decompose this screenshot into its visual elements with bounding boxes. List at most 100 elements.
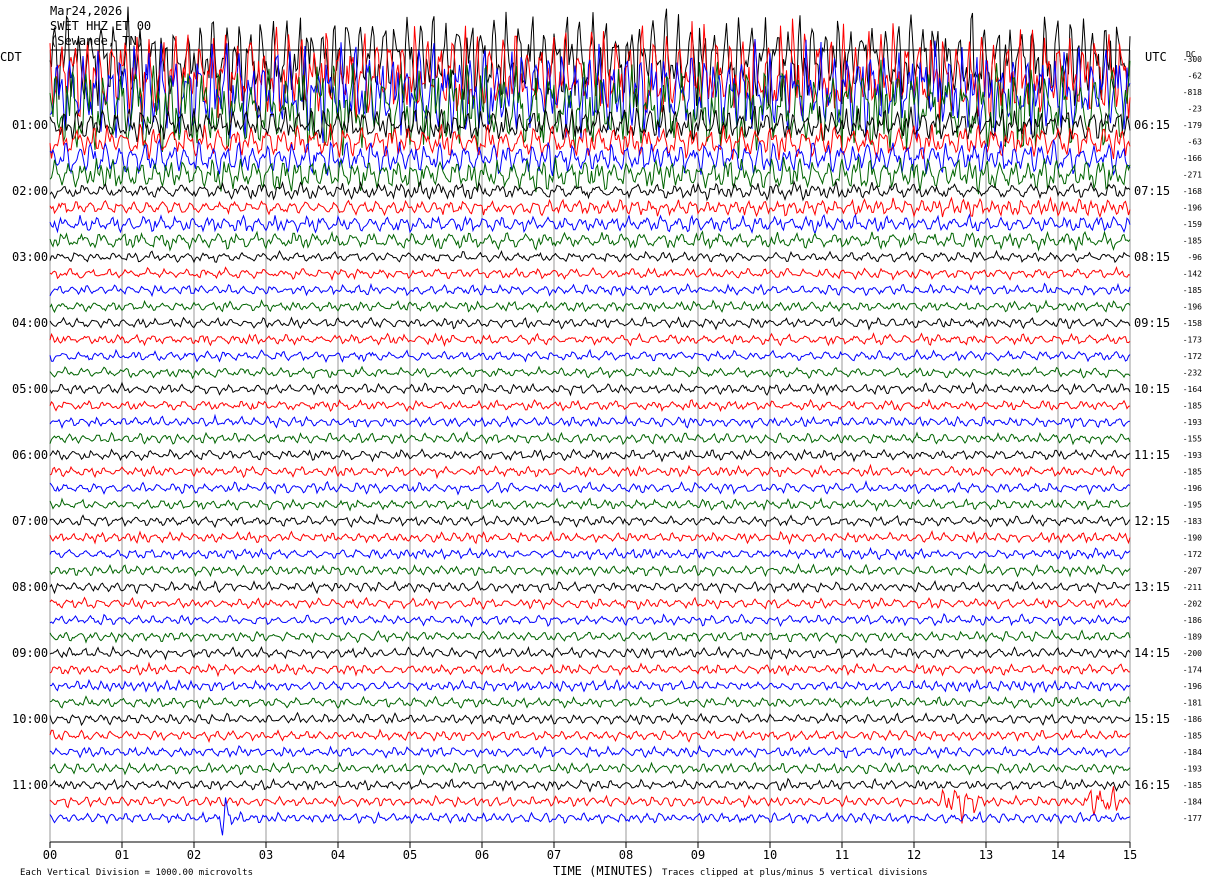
cdt-hour-label: 02:00 xyxy=(12,184,48,198)
dc-offset-label: -96 xyxy=(1188,253,1203,262)
dc-offset-label: -196 xyxy=(1183,484,1202,493)
trace-line xyxy=(49,316,1131,331)
utc-hour-label: 08:15 xyxy=(1134,250,1170,264)
cdt-hour-label: 04:00 xyxy=(12,316,48,330)
cdt-hour-label: 03:00 xyxy=(12,250,48,264)
x-tick-label: 14 xyxy=(1051,848,1065,862)
x-tick-label: 03 xyxy=(259,848,273,862)
trace-line xyxy=(49,431,1131,446)
trace-line xyxy=(49,661,1131,678)
trace-line xyxy=(49,156,1131,195)
dc-offset-label: -185 xyxy=(1183,781,1202,790)
x-tick-label: 05 xyxy=(403,848,417,862)
utc-hour-label: 14:15 xyxy=(1134,646,1170,660)
trace-line xyxy=(49,695,1131,710)
x-tick-label: 15 xyxy=(1123,848,1137,862)
dc-offset-label: -172 xyxy=(1183,352,1202,361)
dc-offset-label: -142 xyxy=(1183,270,1202,279)
trace-line xyxy=(49,463,1131,480)
clip-note: Traces clipped at plus/minus 5 vertical … xyxy=(662,868,928,878)
x-tick-label: 07 xyxy=(547,848,561,862)
dc-offset-label: -62 xyxy=(1188,72,1203,81)
dc-offset-label: -185 xyxy=(1183,468,1202,477)
dc-offset-label: -177 xyxy=(1183,814,1202,823)
trace-line xyxy=(49,448,1131,463)
trace-line xyxy=(49,678,1131,694)
dc-offset-label: -186 xyxy=(1183,715,1202,724)
dc-offset-label: -173 xyxy=(1183,336,1202,345)
utc-hour-label: 16:15 xyxy=(1134,778,1170,792)
cdt-hour-label: 08:00 xyxy=(12,580,48,594)
utc-hour-label: 12:15 xyxy=(1134,514,1170,528)
location-label: (Sewanee, TN) xyxy=(50,34,144,48)
trace-line xyxy=(49,249,1131,264)
utc-hour-label: 15:15 xyxy=(1134,712,1170,726)
x-tick-label: 04 xyxy=(331,848,345,862)
dc-offset-label: -63 xyxy=(1188,138,1203,147)
dc-offset-label: -193 xyxy=(1183,418,1202,427)
dc-offset-label: -818 xyxy=(1183,88,1202,97)
trace-line xyxy=(49,645,1131,661)
trace-line xyxy=(49,562,1131,578)
dc-offset-label: -193 xyxy=(1183,765,1202,774)
dc-offset-label: -196 xyxy=(1183,682,1202,691)
x-tick-label: 11 xyxy=(835,848,849,862)
trace-line xyxy=(49,761,1131,776)
dc-offset-label: -232 xyxy=(1183,369,1202,378)
utc-hour-label: 13:15 xyxy=(1134,580,1170,594)
trace-line xyxy=(49,513,1131,529)
trace-line xyxy=(49,497,1131,512)
trace-line xyxy=(49,596,1131,611)
dc-label: DC xyxy=(1186,50,1196,59)
trace-line xyxy=(49,711,1131,727)
dc-offset-label: -195 xyxy=(1183,501,1202,510)
cdt-hour-label: 07:00 xyxy=(12,514,48,528)
x-tick-label: 09 xyxy=(691,848,705,862)
trace-line xyxy=(49,546,1131,561)
dc-offset-label: -185 xyxy=(1183,732,1202,741)
trace-line xyxy=(49,230,1131,252)
trace-line xyxy=(49,398,1131,413)
dc-offset-label: -172 xyxy=(1183,550,1202,559)
trace-line xyxy=(49,744,1131,760)
trace-line xyxy=(49,413,1131,429)
dc-offset-label: -174 xyxy=(1183,666,1202,675)
dc-offset-label: -181 xyxy=(1183,699,1202,708)
cdt-hour-label: 10:00 xyxy=(12,712,48,726)
dc-offset-label: -158 xyxy=(1183,319,1202,328)
trace-line xyxy=(49,728,1131,744)
trace-line xyxy=(49,381,1131,397)
x-tick-label: 12 xyxy=(907,848,921,862)
dc-offset-label: -185 xyxy=(1183,237,1202,246)
x-tick-label: 00 xyxy=(43,848,57,862)
dc-offset-label: -196 xyxy=(1183,303,1202,312)
x-tick-label: 02 xyxy=(187,848,201,862)
cdt-hour-label: 11:00 xyxy=(12,778,48,792)
dc-offset-label: -190 xyxy=(1183,534,1202,543)
dc-offset-label: -186 xyxy=(1183,616,1202,625)
utc-hour-label: 06:15 xyxy=(1134,118,1170,132)
dc-offset-label: -193 xyxy=(1183,451,1202,460)
trace-line xyxy=(49,282,1131,298)
dc-offset-label: -179 xyxy=(1183,121,1202,130)
dc-offset-label: -166 xyxy=(1183,154,1202,163)
trace-line xyxy=(49,580,1131,595)
dc-offset-label: -202 xyxy=(1183,600,1202,609)
dc-offset-label: -189 xyxy=(1183,633,1202,642)
dc-offset-label: -185 xyxy=(1183,402,1202,411)
utc-hour-label: 10:15 xyxy=(1134,382,1170,396)
dc-offset-label: -168 xyxy=(1183,187,1202,196)
cdt-hour-label: 01:00 xyxy=(12,118,48,132)
dc-offset-label: -196 xyxy=(1183,204,1202,213)
x-tick-label: 08 xyxy=(619,848,633,862)
x-tick-label: 06 xyxy=(475,848,489,862)
station-label: SWET HHZ ET 00 xyxy=(50,19,152,33)
trace-line xyxy=(49,332,1131,347)
trace-line xyxy=(49,179,1131,202)
dc-offset-label: -183 xyxy=(1183,517,1202,526)
dc-offset-label: -271 xyxy=(1183,171,1202,180)
dc-offset-label: -184 xyxy=(1183,748,1202,757)
cdt-label: CDT xyxy=(0,50,22,64)
x-tick-label: 13 xyxy=(979,848,993,862)
dc-offset-label: -155 xyxy=(1183,435,1202,444)
